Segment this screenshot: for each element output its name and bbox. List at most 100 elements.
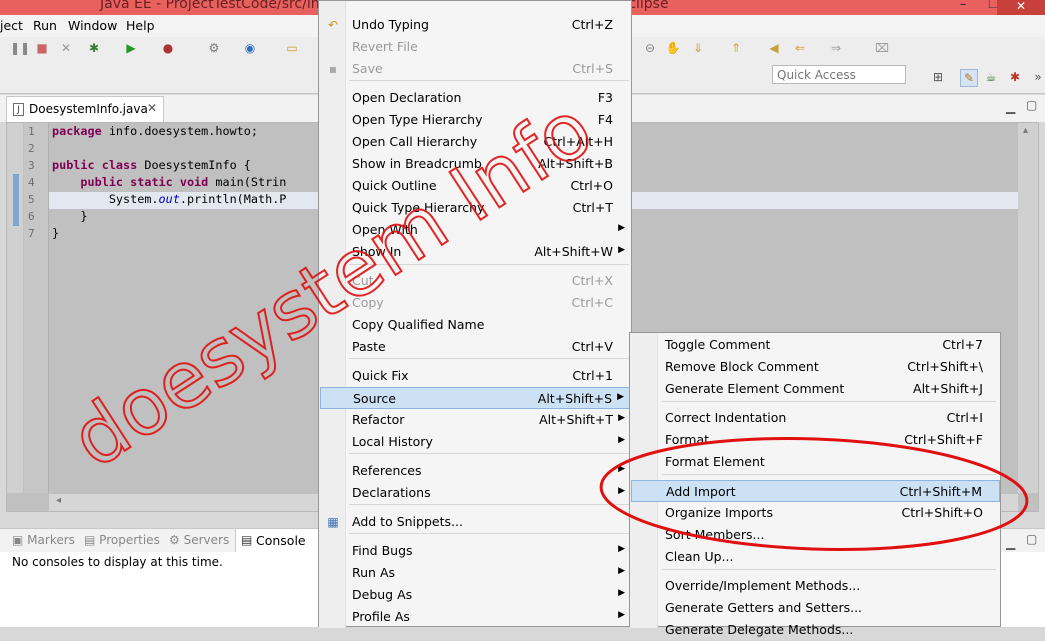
submenu-item-generate-delegate-methods[interactable]: Generate Delegate Methods...	[631, 619, 1000, 641]
debug-perspective-icon[interactable]: ✱	[1007, 69, 1023, 85]
debug-icon[interactable]: ✱	[86, 40, 102, 56]
open-folder-icon[interactable]: ▭	[284, 40, 300, 56]
pause-icon[interactable]: ❚❚	[10, 40, 30, 56]
tab-markers[interactable]: ▣ Markers	[12, 533, 75, 547]
quick-access-input[interactable]	[772, 65, 906, 84]
minimize-editor-icon[interactable]: ▁	[1006, 100, 1015, 114]
submenu-item-organize-imports[interactable]: Organize Imports Ctrl+Shift+O	[631, 502, 1000, 524]
editor-context-menu: ↶ Undo Typing Ctrl+Z Revert File ▪ Save Ctrl+S…	[318, 0, 632, 628]
back-arrow-icon[interactable]: ⇐	[792, 40, 808, 56]
editor-vertical-scrollbar[interactable]	[1018, 123, 1038, 493]
hand-icon[interactable]: ✋	[665, 40, 681, 56]
menu-item-refactor[interactable]: Refactor Alt+Shift+T ▶	[320, 409, 631, 431]
pin-icon[interactable]: ⌧	[874, 40, 890, 56]
menu-item-add-to-snippets[interactable]: ▦ Add to Snippets...	[320, 511, 631, 533]
submenu-arrow-icon: ▶	[618, 610, 625, 620]
menu-item-local-history[interactable]: Local History ▶	[320, 431, 631, 453]
submenu-item-add-import[interactable]: Add Import Ctrl+Shift+M	[631, 480, 1000, 502]
maximize-panel-icon[interactable]: ▢	[1026, 532, 1037, 546]
submenu-item-correct-indentation[interactable]: Correct Indentation Ctrl+I	[631, 407, 1000, 429]
submenu-arrow-icon: ▶	[618, 223, 625, 233]
java-perspective-icon[interactable]: ☕	[983, 69, 999, 85]
menu-item-undo-typing[interactable]: ↶ Undo Typing Ctrl+Z	[320, 14, 631, 36]
submenu-item-clean-up[interactable]: Clean Up...	[631, 546, 1000, 568]
close-icon: ✕	[1015, 0, 1027, 13]
menu-item-declarations[interactable]: Declarations ▶	[320, 482, 631, 504]
tab-servers[interactable]: ⚙ Servers	[169, 533, 229, 547]
submenu-item-generate-element-comment[interactable]: Generate Element Comment Alt+Shift+J	[631, 378, 1000, 400]
menu-item-show-in-breadcrumb[interactable]: Show in Breadcrumb Alt+Shift+B	[320, 153, 631, 175]
previous-annotation-icon[interactable]: ⇑	[728, 40, 744, 56]
submenu-item-remove-block-comment[interactable]: Remove Block Comment Ctrl+Shift+\	[631, 356, 1000, 378]
menu-item-label: Paste	[352, 339, 386, 354]
menu-window[interactable]: Window	[68, 18, 117, 33]
menu-item-open-type-hierarchy[interactable]: Open Type Hierarchy F4	[320, 109, 631, 131]
menu-item-find-bugs[interactable]: Find Bugs ▶	[320, 540, 631, 562]
javaee-perspective-icon[interactable]: ✎	[960, 69, 978, 87]
menu-item-label: Generate Element Comment	[665, 381, 845, 396]
next-annotation-icon[interactable]: ⇓	[690, 40, 706, 56]
menu-item-quick-outline[interactable]: Quick Outline Ctrl+O	[320, 175, 631, 197]
run-icon[interactable]: ▶	[123, 40, 139, 56]
submenu-item-generate-getters-and-setters[interactable]: Generate Getters and Setters...	[631, 597, 1000, 619]
menu-item-run-as[interactable]: Run As ▶	[320, 562, 631, 584]
menu-item-quick-fix[interactable]: Quick Fix Ctrl+1	[320, 365, 631, 387]
menu-item-open-declaration[interactable]: Open Declaration F3	[320, 87, 631, 109]
menu-item-paste[interactable]: Paste Ctrl+V	[320, 336, 631, 358]
java-file-icon: J	[13, 103, 24, 116]
code-field: out	[158, 192, 180, 206]
disconnect-icon[interactable]: ✕	[58, 40, 74, 56]
submenu-item-toggle-comment[interactable]: Toggle Comment Ctrl+7	[631, 334, 1000, 356]
editor-tab[interactable]: J DoesystemInfo.java ✕	[6, 96, 164, 122]
submenu-item-format[interactable]: Format Ctrl+Shift+F	[631, 429, 1000, 451]
menu-project[interactable]: ject	[0, 18, 23, 33]
menu-item-shortcut: Ctrl+S	[572, 61, 613, 76]
scroll-left-icon[interactable]: ◂	[56, 495, 61, 506]
menu-item-debug-as[interactable]: Debug As ▶	[320, 584, 631, 606]
maximize-editor-icon[interactable]: ▢	[1026, 98, 1037, 112]
menu-item-references[interactable]: References ▶	[320, 460, 631, 482]
menu-item-label: Toggle Comment	[665, 337, 771, 352]
menu-item-profile-as[interactable]: Profile As ▶	[320, 606, 631, 628]
menu-item-show-in[interactable]: Show In Alt+Shift+W ▶	[320, 241, 631, 263]
minimize-icon[interactable]: –	[960, 0, 967, 12]
line-number: 5	[28, 193, 35, 206]
code-line-3: public class DoesystemInfo {	[52, 158, 251, 172]
menu-item-source[interactable]: Source Alt+Shift+S ▶	[320, 387, 631, 409]
forward-icon[interactable]: ⇒	[828, 40, 844, 56]
menu-item-label: Open Type Hierarchy	[352, 112, 483, 127]
close-tab-icon[interactable]: ✕	[147, 101, 157, 115]
stop-icon[interactable]: ■	[34, 40, 50, 56]
tab-properties[interactable]: ▤ Properties	[84, 533, 160, 547]
code-keyword: package	[52, 124, 102, 138]
menu-item-label: Add to Snippets...	[352, 514, 463, 529]
external-tools-icon[interactable]: ●	[160, 40, 176, 56]
menu-item-label: Revert File	[352, 39, 418, 54]
submenu-item-override-implement-methods[interactable]: Override/Implement Methods...	[631, 575, 1000, 597]
servers-icon: ⚙	[169, 533, 180, 547]
menu-item-label: Add Import	[666, 484, 736, 499]
minimize-panel-icon[interactable]: ▁	[1006, 536, 1015, 550]
open-perspective-icon[interactable]: ⊞	[930, 69, 946, 85]
new-java-class-icon[interactable]: ◉	[242, 40, 258, 56]
submenu-arrow-icon: ▶	[618, 413, 625, 423]
submenu-arrow-icon: ▶	[618, 544, 625, 554]
back-icon[interactable]: ◀	[766, 40, 782, 56]
more-perspectives-icon[interactable]: »	[1030, 69, 1045, 85]
menu-item-label: Open With	[352, 222, 418, 237]
menu-item-open-with[interactable]: Open With ▶	[320, 219, 631, 241]
minus-icon[interactable]: ⊖	[642, 40, 658, 56]
code-line-5: System.out.println(Math.P	[52, 192, 287, 206]
menu-help[interactable]: Help	[126, 18, 155, 33]
submenu-item-sort-members[interactable]: Sort Members...	[631, 524, 1000, 546]
scroll-up-icon[interactable]: ▴	[1023, 125, 1028, 136]
menu-item-quick-type-hierarchy[interactable]: Quick Type Hierarchy Ctrl+T	[320, 197, 631, 219]
tab-console[interactable]: ▤ Console	[235, 528, 320, 552]
new-server-icon[interactable]: ⚙	[206, 40, 222, 56]
menu-item-label: Profile As	[352, 609, 410, 624]
menu-item-copy-qualified-name[interactable]: Copy Qualified Name	[320, 314, 631, 336]
close-window-button[interactable]: ✕	[997, 0, 1045, 15]
submenu-item-format-element[interactable]: Format Element	[631, 451, 1000, 473]
menu-item-open-call-hierarchy[interactable]: Open Call Hierarchy Ctrl+Alt+H	[320, 131, 631, 153]
menu-run[interactable]: Run	[33, 18, 57, 33]
